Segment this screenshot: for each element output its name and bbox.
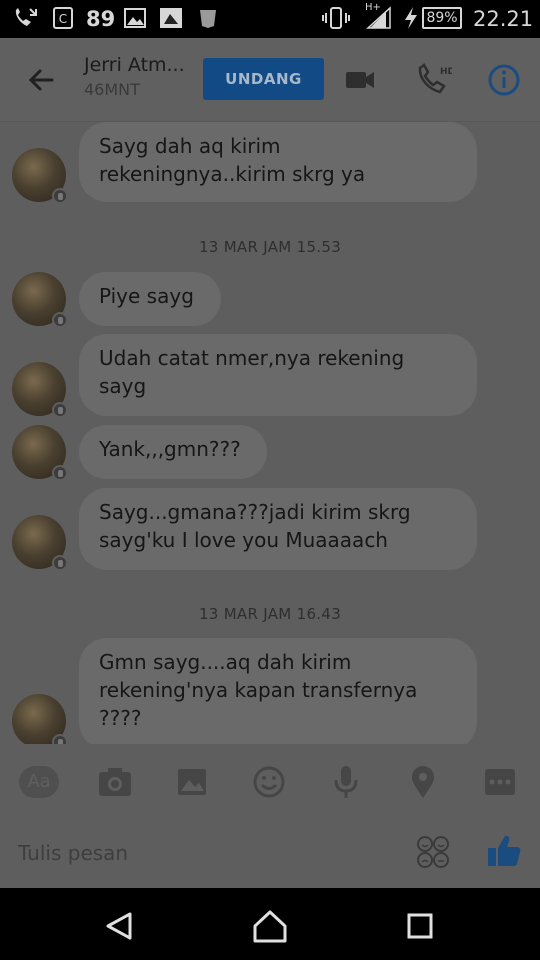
chat-screen: Jerri Atm... 46MNT UNDANG HD Sayg dah aq… <box>0 38 540 888</box>
message-bubble[interactable]: Piye sayg <box>79 272 221 326</box>
messenger-badge-icon <box>52 734 68 744</box>
sticker-icon[interactable] <box>414 834 452 870</box>
back-nav-icon[interactable] <box>100 906 140 946</box>
messenger-badge-icon <box>52 188 68 204</box>
hd-voice-call-icon[interactable]: HD <box>412 60 452 100</box>
contact-name[interactable]: Jerri Atm... <box>84 54 185 76</box>
composer-toolbar: Aa <box>0 744 540 816</box>
thumbs-up-icon[interactable] <box>484 830 524 870</box>
message-bubble[interactable]: Udah catat nmer,nya rekening sayg <box>79 334 477 416</box>
home-nav-icon[interactable] <box>250 906 290 946</box>
message-bubble[interactable]: Sayg dah aq kirim rekeningnya..kirim skr… <box>79 122 477 202</box>
signal-icon <box>366 6 391 29</box>
more-options-icon[interactable] <box>480 764 520 800</box>
status-bar: C 89 H+ 89% 22.21 <box>0 0 540 38</box>
shield-app-icon <box>200 10 216 28</box>
emoji-icon[interactable] <box>249 764 289 800</box>
contact-avatar[interactable] <box>12 272 68 328</box>
info-icon[interactable] <box>484 60 524 100</box>
text-format-button[interactable]: Aa <box>19 766 59 798</box>
charging-icon <box>405 7 417 29</box>
microphone-icon[interactable] <box>326 764 366 800</box>
image-edit-icon <box>160 8 182 28</box>
clock: 22.21 <box>473 7 534 31</box>
battery-indicator: 89% <box>422 7 462 29</box>
notification-count: 89 <box>86 7 116 31</box>
messenger-badge-icon <box>52 465 68 481</box>
missed-call-icon <box>15 8 37 26</box>
compose-bar <box>0 816 540 888</box>
system-nav-bar <box>0 888 540 960</box>
message-bubble[interactable]: Sayg...gmana???jadi kirim skrg sayg'ku I… <box>79 488 477 570</box>
location-pin-icon[interactable] <box>403 764 443 800</box>
contact-avatar[interactable] <box>12 694 68 744</box>
message-timestamp: 13 MAR JAM 16.43 <box>198 605 342 623</box>
contact-avatar[interactable] <box>12 515 68 571</box>
gallery-icon <box>124 8 146 28</box>
contact-avatar[interactable] <box>12 148 68 204</box>
back-arrow-icon[interactable] <box>22 60 62 100</box>
messenger-badge-icon <box>52 555 68 571</box>
messenger-badge-icon <box>52 312 68 328</box>
vibrate-icon <box>322 7 350 29</box>
camera-icon[interactable] <box>95 764 135 800</box>
contact-avatar[interactable] <box>12 425 68 481</box>
message-bubble[interactable]: Gmn sayg....aq dah kirim rekening'nya ka… <box>79 638 477 744</box>
message-input[interactable] <box>18 838 398 868</box>
invite-button[interactable]: UNDANG <box>203 58 324 100</box>
svg-text:HD: HD <box>440 67 452 77</box>
message-bubble[interactable]: Yank,,,gmn??? <box>79 425 267 479</box>
message-timestamp: 13 MAR JAM 15.53 <box>198 238 342 256</box>
contact-avatar[interactable] <box>12 362 68 418</box>
video-call-icon[interactable] <box>340 60 380 100</box>
message-list[interactable]: Sayg dah aq kirim rekeningnya..kirim skr… <box>0 122 540 744</box>
svg-text:C: C <box>59 12 67 26</box>
recents-nav-icon[interactable] <box>400 906 440 946</box>
contact-last-active: 46MNT <box>84 80 140 99</box>
notification-icon: C <box>53 7 73 29</box>
gallery-icon[interactable] <box>172 764 212 800</box>
chat-header: Jerri Atm... 46MNT UNDANG HD <box>0 38 540 122</box>
messenger-badge-icon <box>52 402 68 418</box>
